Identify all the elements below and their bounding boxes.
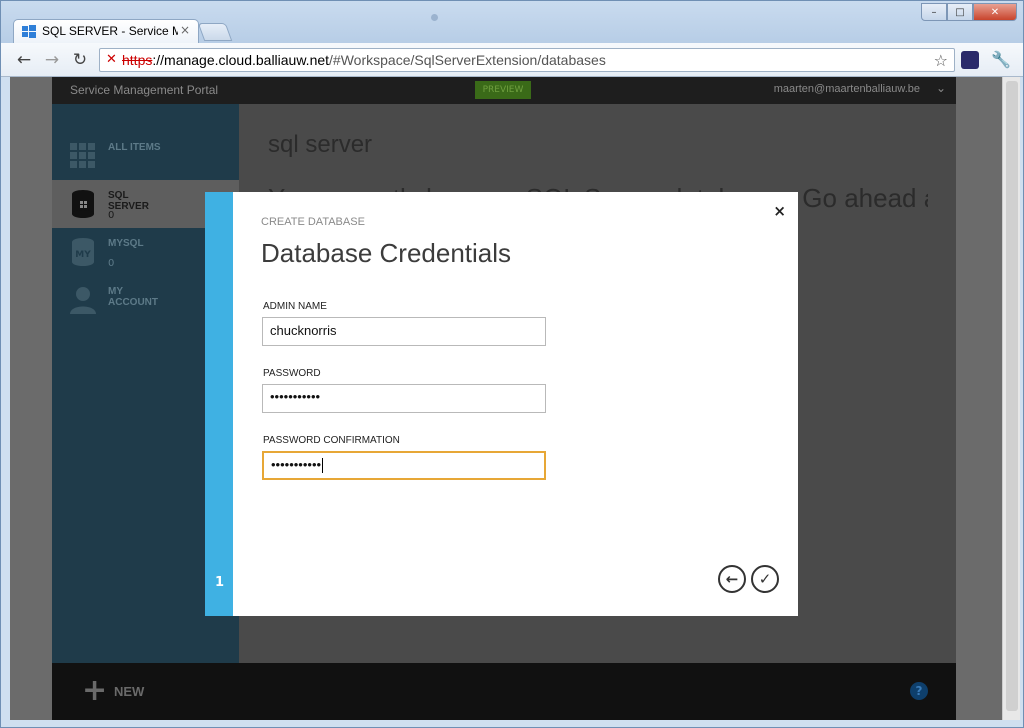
step-rail [205,192,233,616]
address-bar[interactable]: ✕ https://manage.cloud.balliauw.net/#Wor… [99,48,955,72]
maximize-button[interactable]: □ [947,3,973,21]
bookmark-star-icon[interactable]: ☆ [934,51,948,70]
grid-icon [70,143,95,168]
url-scheme: https [122,52,153,68]
user-icon [70,287,96,314]
portal-title[interactable]: Service Management Portal [70,83,218,97]
close-window-button[interactable]: ✕ [973,3,1017,21]
mysql-database-icon: MY [72,238,94,266]
page-title: sql server [268,131,373,158]
preview-badge: PREVIEW [475,81,531,99]
confirm-button[interactable]: ✓ [751,565,779,593]
admin-name-label: ADMIN NAME [263,301,327,312]
url-path: /#Workspace/SqlServerExtension/databases [329,52,606,68]
close-icon[interactable]: × [773,202,786,220]
url-text: https://manage.cloud.balliauw.net/#Works… [122,52,606,68]
new-button[interactable]: NEW [114,684,144,699]
sidebar-item-count: 0 [108,258,115,269]
vertical-scrollbar[interactable] [1002,77,1020,720]
forward-icon[interactable]: → [41,50,63,70]
step-number: 1 [215,575,225,590]
help-icon[interactable]: ? [910,682,928,700]
create-database-dialog: 1 × CREATE DATABASE Database Credentials… [205,192,798,616]
back-icon[interactable]: ← [13,50,35,70]
sidebar-item-label: SQL SERVER [108,190,149,212]
chevron-down-icon[interactable]: ⌄ [936,81,946,95]
command-bar: + NEW ? [52,663,956,720]
browser-toolbar: ← → ↻ ✕ https://manage.cloud.balliauw.ne… [1,43,1023,77]
tab-close-icon[interactable]: × [180,23,190,37]
tab-title: SQL SERVER - Service Mana [42,24,178,38]
back-button[interactable]: ← [718,565,746,593]
window-controls: – □ ✕ [921,3,1017,21]
admin-name-input[interactable]: chucknorris [262,317,546,346]
new-tab-button[interactable] [197,23,233,41]
scrollbar-thumb[interactable] [1006,81,1018,711]
password-confirmation-value: ••••••••••• [271,457,322,472]
password-confirmation-input[interactable]: ••••••••••• [262,451,546,480]
minimize-button[interactable]: – [921,3,947,21]
user-email[interactable]: maarten@maartenballiauw.be [774,83,920,95]
wrench-icon[interactable]: 🔧 [991,50,1011,69]
titlebar-dot [431,14,438,21]
dialog-heading: Database Credentials [261,238,512,268]
titlebar: SQL SERVER - Service Mana × – □ ✕ [1,1,1023,43]
password-confirmation-label: PASSWORD CONFIRMATION [263,435,400,446]
sidebar-item-all-items[interactable]: ALL ITEMS [52,132,239,180]
database-icon [72,190,94,218]
sidebar-item-label: MY ACCOUNT [108,286,158,308]
dialog-eyebrow: CREATE DATABASE [261,216,365,228]
mysql-icon-text: MY [75,250,91,260]
windows-logo-icon [22,25,36,38]
insecure-lock-icon[interactable]: ✕ [106,52,117,67]
sidebar-item-label: ALL ITEMS [108,142,161,153]
reload-icon[interactable]: ↻ [69,50,91,70]
sidebar-item-count: 0 [108,210,115,221]
password-label: PASSWORD [263,368,321,379]
url-host: ://manage.cloud.balliauw.net [152,52,330,68]
password-input[interactable]: ••••••••••• [262,384,546,413]
plus-icon[interactable]: + [82,676,107,706]
portal-header: Service Management Portal PREVIEW maarte… [52,77,956,104]
text-caret [322,458,324,474]
browser-tab[interactable]: SQL SERVER - Service Mana × [13,19,199,43]
sidebar-item-label: MYSQL [108,238,144,249]
extension-icon[interactable] [961,51,979,69]
